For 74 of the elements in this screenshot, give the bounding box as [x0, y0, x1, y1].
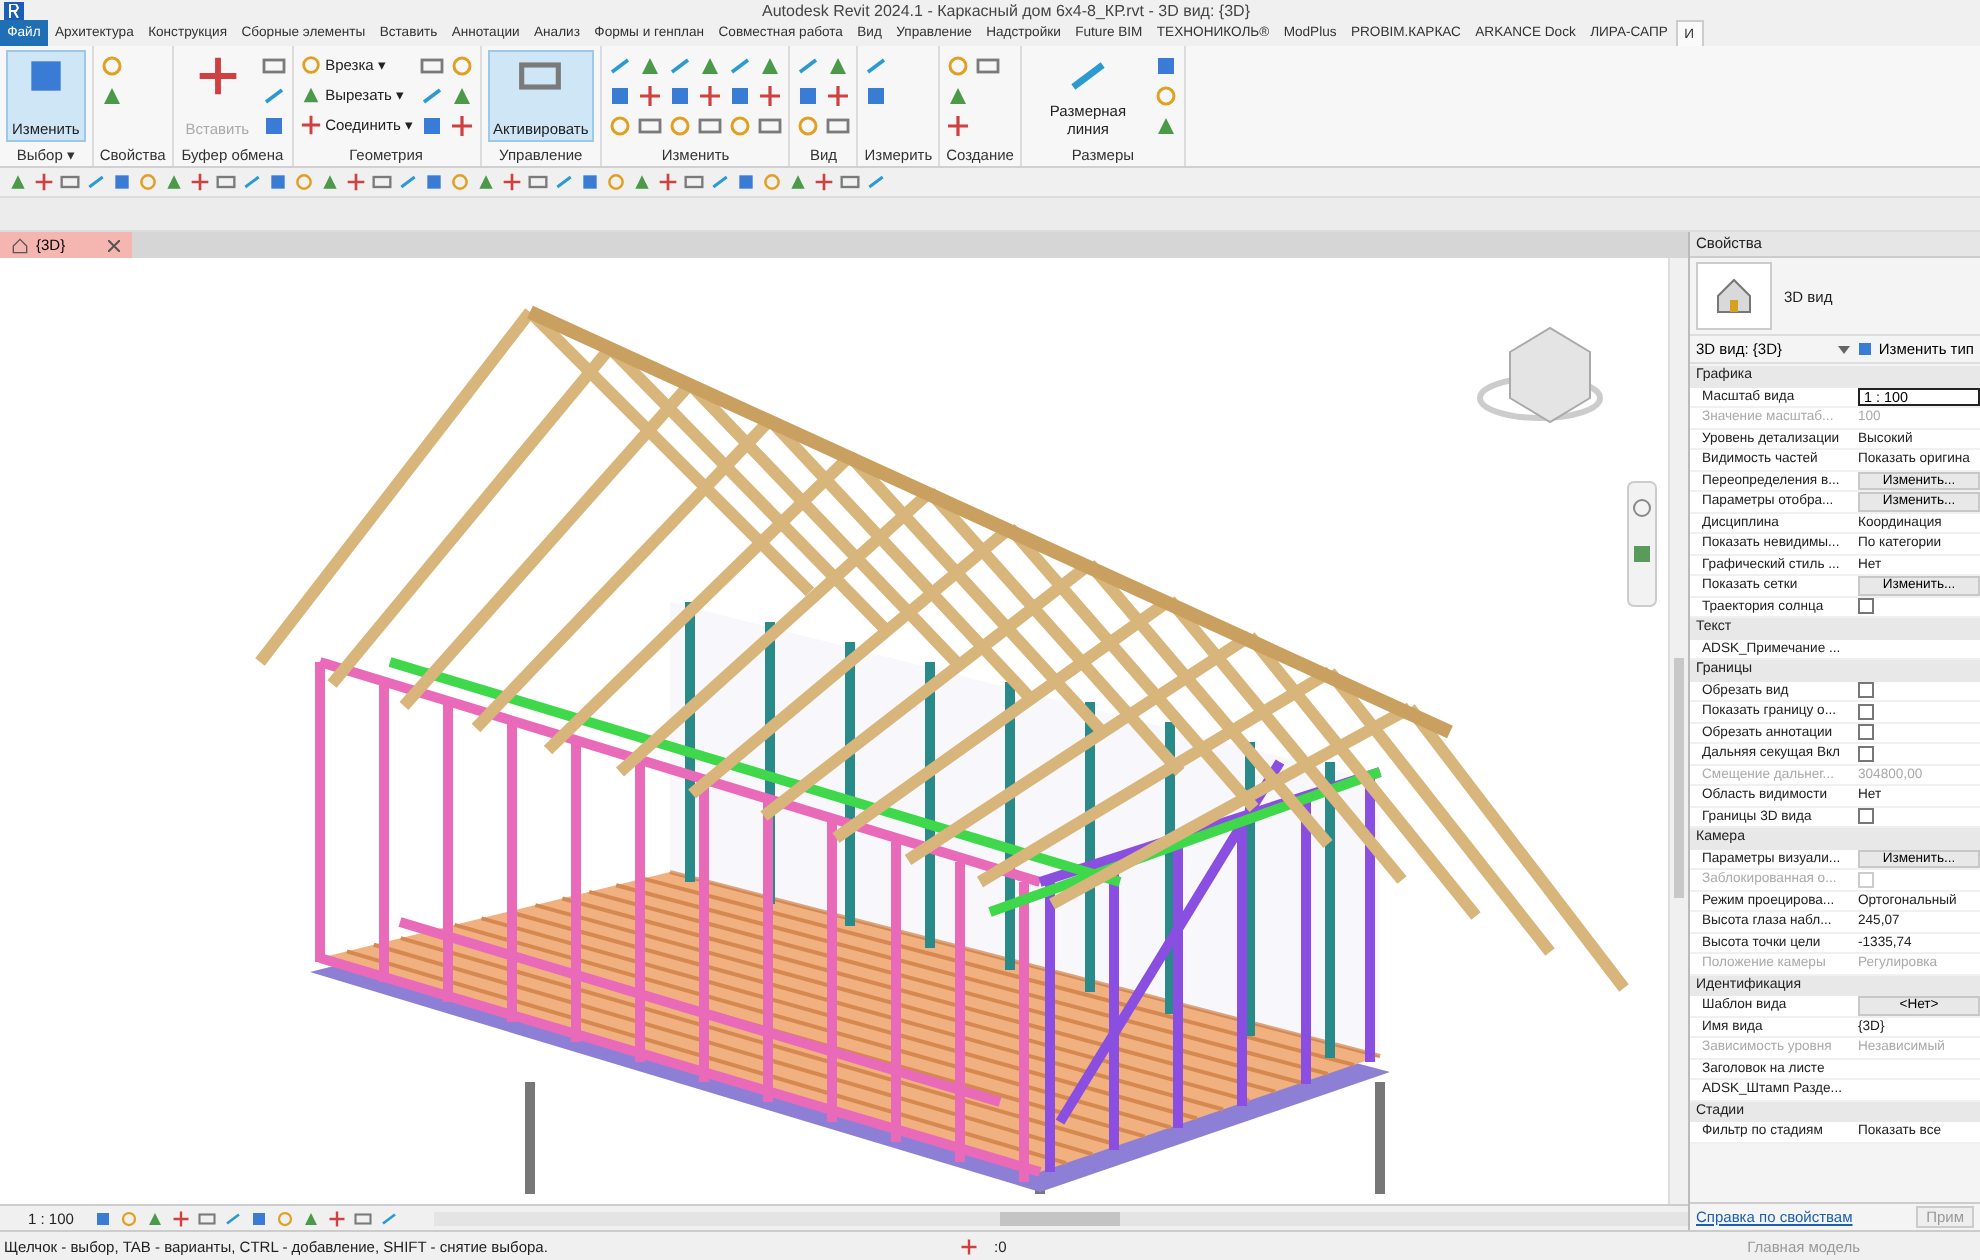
tool-icon: [299, 54, 322, 76]
view-control-icon[interactable]: [327, 1209, 346, 1227]
checkbox[interactable]: [1858, 808, 1874, 825]
tool-icon[interactable]: [946, 83, 971, 107]
tool-icon[interactable]: [668, 113, 693, 137]
tool-icon[interactable]: [449, 113, 473, 137]
tool-icon[interactable]: [758, 53, 783, 77]
navigation-bar[interactable]: [1627, 481, 1657, 607]
tool-icon[interactable]: [608, 53, 633, 77]
tool-icon[interactable]: [728, 83, 753, 107]
checkbox[interactable]: [1858, 598, 1874, 615]
tool-icon: [195, 54, 240, 98]
tool-icon[interactable]: [698, 113, 723, 137]
toolbar-icon[interactable]: [502, 172, 522, 192]
tool-icon[interactable]: [796, 83, 821, 107]
tool-icon[interactable]: [419, 53, 443, 77]
tool-icon[interactable]: [638, 83, 663, 107]
tool-icon[interactable]: [796, 53, 821, 77]
tool-icon[interactable]: [728, 53, 753, 77]
toolbar-icon[interactable]: [658, 172, 678, 192]
toolbar-icon[interactable]: [190, 172, 210, 192]
checkbox[interactable]: [1858, 745, 1874, 762]
tool-icon[interactable]: [261, 53, 286, 77]
tool-icon[interactable]: [698, 53, 723, 77]
tool-icon[interactable]: [698, 83, 723, 107]
tool-icon[interactable]: [668, 83, 693, 107]
tool-icon[interactable]: [946, 53, 971, 77]
checkbox[interactable]: [1858, 724, 1874, 741]
tool-icon[interactable]: [1153, 83, 1178, 107]
caret-icon: [1838, 340, 1851, 358]
checkbox[interactable]: [1858, 703, 1874, 720]
tool-icon[interactable]: [638, 113, 663, 137]
tool-icon[interactable]: [758, 83, 783, 107]
vertical-scrollbar[interactable]: [1668, 258, 1688, 1204]
tool-icon[interactable]: [864, 83, 889, 107]
tool-icon[interactable]: [638, 53, 663, 77]
toolbar-icon[interactable]: [34, 172, 54, 192]
tool-icon[interactable]: [976, 53, 1001, 77]
house-icon: [1714, 276, 1754, 316]
tool-icon: [299, 114, 322, 136]
window-title: Autodesk Revit 2024.1 - Каркасный дом 6х4-8_КР.rvt - 3D вид: {3D}: [759, 4, 1252, 20]
toolbar-icon[interactable]: [814, 172, 834, 192]
close-icon[interactable]: [108, 235, 120, 255]
tool-icon[interactable]: [826, 83, 851, 107]
tool-icon[interactable]: [668, 53, 693, 77]
tool-icon[interactable]: [1153, 113, 1178, 137]
tool-icon[interactable]: [419, 113, 443, 137]
tool-icon[interactable]: [419, 83, 443, 107]
horizontal-scrollbar[interactable]: [433, 1211, 1688, 1225]
tool-icon[interactable]: [826, 113, 851, 137]
tool-icon[interactable]: [261, 113, 286, 137]
tool-icon[interactable]: [946, 113, 971, 137]
toolbar-icon[interactable]: [8, 172, 28, 192]
checkbox[interactable]: [1858, 682, 1874, 699]
tool-icon[interactable]: [261, 83, 286, 107]
edit-type-icon: [1856, 340, 1875, 358]
tool-icon[interactable]: [826, 53, 851, 77]
tool-icon[interactable]: [99, 53, 124, 77]
tool-icon[interactable]: [608, 113, 633, 137]
toolbar-icon[interactable]: [346, 172, 366, 192]
tool-icon[interactable]: [1153, 53, 1178, 77]
tool-icon[interactable]: [449, 83, 473, 107]
tool-icon[interactable]: [728, 113, 753, 137]
house-icon: [12, 237, 28, 253]
tool-icon[interactable]: [608, 83, 633, 107]
tool-icon[interactable]: [864, 53, 889, 77]
view-cube-icon[interactable]: [1477, 326, 1603, 424]
tool-icon[interactable]: [758, 113, 783, 137]
app-logo-icon: [4, 2, 24, 20]
tool-icon[interactable]: [796, 113, 821, 137]
tool-icon[interactable]: [99, 83, 124, 107]
view-control-icon[interactable]: [171, 1209, 190, 1227]
tool-icon: [299, 84, 322, 106]
tool-icon[interactable]: [449, 53, 473, 77]
